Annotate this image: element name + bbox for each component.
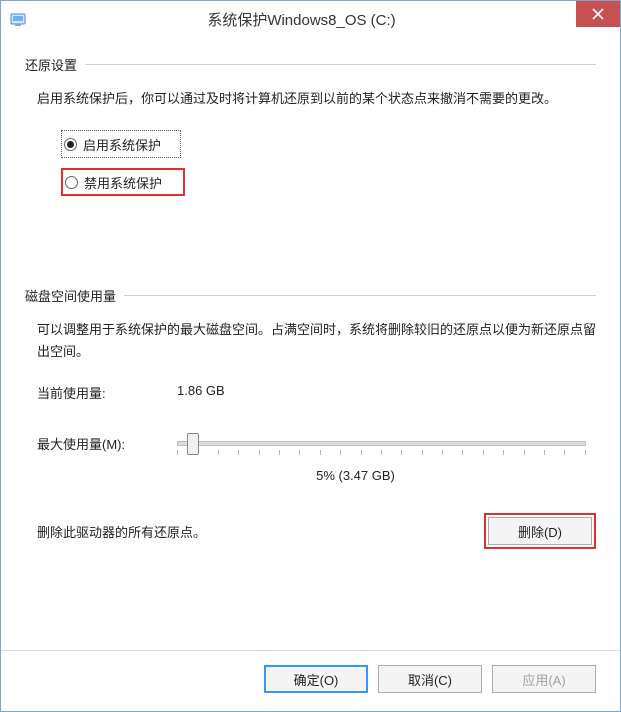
delete-button-label: 删除(D) bbox=[518, 522, 562, 541]
slider-ticks bbox=[177, 450, 586, 456]
max-usage-label: 最大使用量(M): bbox=[37, 434, 177, 453]
slider-thumb[interactable] bbox=[187, 433, 199, 455]
close-icon bbox=[592, 8, 604, 20]
ok-button-label: 确定(O) bbox=[294, 670, 339, 689]
close-button[interactable] bbox=[576, 1, 620, 27]
delete-row: 删除此驱动器的所有还原点。 删除(D) bbox=[37, 513, 596, 549]
radio-enable-label: 启用系统保护 bbox=[83, 135, 161, 154]
disk-header-label: 磁盘空间使用量 bbox=[25, 286, 124, 305]
max-usage-row: 最大使用量(M): bbox=[37, 428, 596, 458]
radio-dot-icon bbox=[64, 138, 77, 151]
cancel-button-label: 取消(C) bbox=[408, 670, 452, 689]
apply-button[interactable]: 应用(A) bbox=[492, 665, 596, 693]
max-usage-slider[interactable] bbox=[177, 428, 586, 458]
radio-disable-label: 禁用系统保护 bbox=[84, 173, 162, 192]
delete-description: 删除此驱动器的所有还原点。 bbox=[37, 522, 484, 541]
disk-description: 可以调整用于系统保护的最大磁盘空间。占满空间时，系统将删除较旧的还原点以便为新还… bbox=[37, 319, 596, 363]
divider bbox=[85, 64, 596, 65]
current-usage-row: 当前使用量: 1.86 GB bbox=[37, 383, 596, 402]
current-usage-label: 当前使用量: bbox=[37, 383, 177, 402]
radio-dot-icon bbox=[65, 176, 78, 189]
cancel-button[interactable]: 取消(C) bbox=[378, 665, 482, 693]
divider bbox=[124, 295, 596, 296]
system-protection-icon bbox=[9, 10, 27, 28]
protection-radio-group: 启用系统保护 禁用系统保护 bbox=[61, 130, 596, 196]
radio-disable-protection[interactable]: 禁用系统保护 bbox=[61, 168, 185, 196]
delete-button[interactable]: 删除(D) bbox=[488, 517, 592, 545]
slider-track bbox=[177, 441, 586, 446]
ok-button[interactable]: 确定(O) bbox=[264, 665, 368, 693]
window-title: 系统保护Windows8_OS (C:) bbox=[27, 9, 576, 30]
restore-description: 启用系统保护后，你可以通过及时将计算机还原到以前的某个状态点来撤消不需要的更改。 bbox=[37, 88, 596, 110]
delete-button-highlight: 删除(D) bbox=[484, 513, 596, 549]
dialog-footer: 确定(O) 取消(C) 应用(A) bbox=[1, 650, 620, 711]
titlebar: 系统保护Windows8_OS (C:) bbox=[1, 1, 620, 37]
current-usage-value: 1.86 GB bbox=[177, 383, 225, 402]
restore-section-header: 还原设置 bbox=[25, 55, 596, 74]
radio-enable-protection[interactable]: 启用系统保护 bbox=[61, 130, 181, 158]
restore-header-label: 还原设置 bbox=[25, 55, 85, 74]
apply-button-label: 应用(A) bbox=[522, 670, 565, 689]
dialog-window: 系统保护Windows8_OS (C:) 还原设置 启用系统保护后，你可以通过及… bbox=[0, 0, 621, 712]
slider-value-text: 5% (3.47 GB) bbox=[115, 468, 596, 483]
disk-section-header: 磁盘空间使用量 bbox=[25, 286, 596, 305]
